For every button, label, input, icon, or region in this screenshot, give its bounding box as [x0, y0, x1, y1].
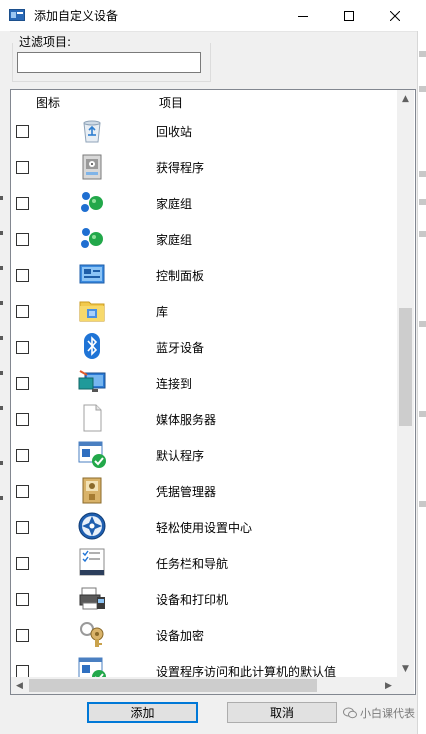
vertical-scroll-thumb[interactable] — [399, 308, 412, 426]
item-label: 轻松使用设置中心 — [156, 521, 253, 535]
background-window-edge-left — [0, 31, 10, 734]
close-button[interactable] — [372, 0, 417, 31]
column-header-icon[interactable]: 图标 — [36, 94, 60, 111]
item-checkbox[interactable] — [16, 629, 29, 642]
item-checkbox[interactable] — [16, 521, 29, 534]
minimize-button[interactable] — [280, 0, 326, 31]
list-item[interactable]: 凭据管理器 — [11, 471, 397, 507]
item-label: 家庭组 — [156, 233, 193, 247]
wechat-icon — [343, 707, 357, 719]
item-label: 设备加密 — [156, 629, 205, 643]
list-item[interactable]: 回收站 — [11, 111, 397, 147]
control-panel-icon — [79, 264, 105, 284]
scroll-down-arrow-icon[interactable]: ▼ — [397, 660, 414, 677]
item-label: 设备和打印机 — [156, 593, 229, 607]
vertical-scrollbar[interactable]: ▲ ▼ — [397, 90, 414, 677]
get-programs-icon — [82, 154, 102, 180]
list-item[interactable]: 设备加密 — [11, 615, 397, 651]
item-checkbox[interactable] — [16, 125, 29, 138]
library-icon — [79, 301, 105, 322]
devices-printers-icon — [79, 587, 105, 610]
maximize-icon — [344, 10, 354, 21]
watermark: 小白课代表 — [343, 705, 415, 721]
taskbar-navigation-icon — [79, 548, 105, 576]
list-item[interactable]: 获得程序 — [11, 147, 397, 183]
item-checkbox[interactable] — [16, 269, 29, 282]
scroll-up-arrow-icon[interactable]: ▲ — [397, 90, 414, 107]
item-checkbox[interactable] — [16, 161, 29, 174]
item-label: 控制面板 — [156, 269, 205, 283]
item-label: 库 — [156, 305, 169, 319]
horizontal-scroll-thumb[interactable] — [29, 679, 317, 692]
device-list[interactable]: 图标 项目 回收站 获得程序 家庭组 家庭组 控制面板 库 蓝牙设备 连接到 媒… — [10, 89, 416, 695]
item-label: 家庭组 — [156, 197, 193, 211]
item-checkbox[interactable] — [16, 341, 29, 354]
item-checkbox[interactable] — [16, 377, 29, 390]
list-item[interactable]: 家庭组 — [11, 183, 397, 219]
list-item[interactable]: 蓝牙设备 — [11, 327, 397, 363]
homegroup-icon — [81, 228, 103, 248]
scroll-right-arrow-icon[interactable]: ▶ — [380, 677, 397, 694]
horizontal-scrollbar[interactable]: ◀ ▶ — [11, 677, 397, 694]
item-checkbox[interactable] — [16, 449, 29, 462]
title-bar: 添加自定义设备 — [0, 0, 426, 32]
default-programs-icon — [78, 441, 106, 468]
item-checkbox[interactable] — [16, 233, 29, 246]
item-checkbox[interactable] — [16, 197, 29, 210]
background-window-edge-right — [417, 31, 426, 734]
item-label: 凭据管理器 — [156, 485, 217, 499]
scrollbar-corner — [397, 677, 414, 694]
column-header-item[interactable]: 项目 — [159, 94, 183, 111]
maximize-button[interactable] — [326, 0, 372, 31]
scroll-left-arrow-icon[interactable]: ◀ — [11, 677, 28, 694]
item-checkbox[interactable] — [16, 305, 29, 318]
cancel-button[interactable]: 取消 — [227, 702, 337, 723]
item-checkbox[interactable] — [16, 413, 29, 426]
media-server-icon — [83, 404, 102, 432]
list-item[interactable]: 媒体服务器 — [11, 399, 397, 435]
item-label: 连接到 — [156, 377, 193, 391]
ease-of-access-icon — [78, 512, 106, 540]
connect-to-icon — [78, 370, 106, 392]
bluetooth-icon — [84, 333, 100, 359]
window-app-icon — [9, 9, 25, 21]
list-item[interactable]: 轻松使用设置中心 — [11, 507, 397, 543]
device-encryption-icon — [80, 622, 104, 647]
item-label: 任务栏和导航 — [156, 557, 229, 571]
credential-manager-icon — [82, 477, 102, 504]
add-button[interactable]: 添加 — [87, 702, 198, 723]
item-label: 默认程序 — [156, 449, 205, 463]
close-icon — [389, 10, 400, 21]
item-checkbox[interactable] — [16, 593, 29, 606]
item-label: 获得程序 — [156, 161, 205, 175]
item-checkbox[interactable] — [16, 485, 29, 498]
filter-input[interactable] — [17, 52, 201, 73]
item-label: 蓝牙设备 — [156, 341, 205, 355]
watermark-text: 小白课代表 — [360, 707, 415, 720]
minimize-icon — [298, 15, 308, 17]
list-item[interactable]: 连接到 — [11, 363, 397, 399]
item-label: 媒体服务器 — [156, 413, 217, 427]
item-label: 回收站 — [156, 125, 193, 139]
list-item[interactable]: 控制面板 — [11, 255, 397, 291]
recycle-bin-icon — [83, 120, 101, 143]
window-title: 添加自定义设备 — [34, 9, 119, 23]
list-item[interactable]: 默认程序 — [11, 435, 397, 471]
filter-label: 过滤项目: — [19, 35, 72, 49]
list-item[interactable]: 设备和打印机 — [11, 579, 397, 615]
list-header: 图标 项目 — [11, 90, 397, 112]
item-checkbox[interactable] — [16, 557, 29, 570]
homegroup-icon — [81, 192, 103, 212]
list-item[interactable]: 任务栏和导航 — [11, 543, 397, 579]
list-item[interactable]: 家庭组 — [11, 219, 397, 255]
list-item[interactable]: 库 — [11, 291, 397, 327]
